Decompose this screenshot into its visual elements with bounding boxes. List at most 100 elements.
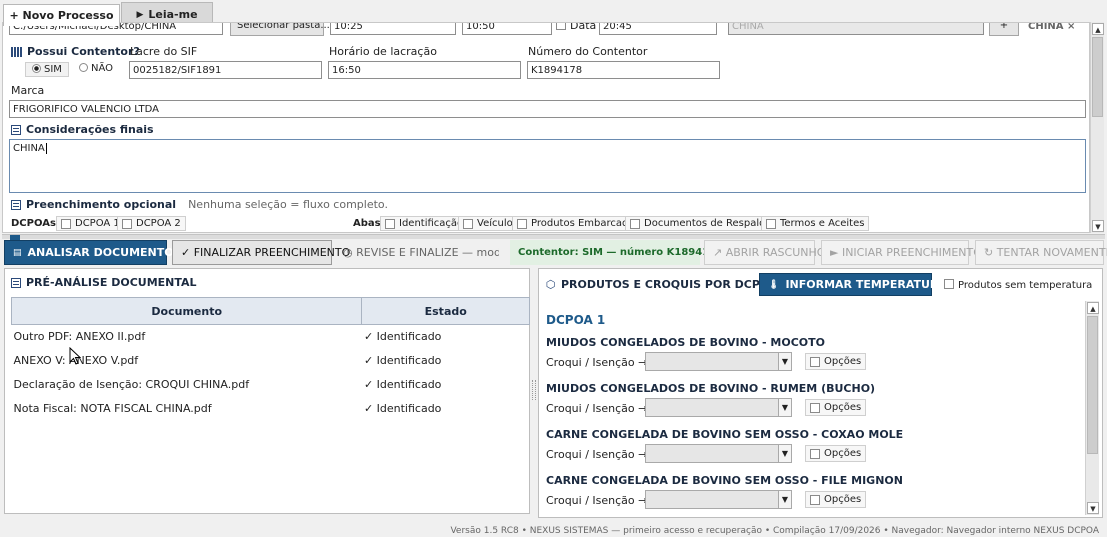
croqui-label: Croqui / Isenção → <box>546 402 648 415</box>
horario-input[interactable]: 16:50 <box>328 61 521 79</box>
data-input[interactable]: 20:45 <box>599 23 717 35</box>
country-select[interactable]: CHINA <box>728 23 984 35</box>
add-country-button[interactable]: + <box>989 23 1019 36</box>
table-row[interactable]: Nota Fiscal: NOTA FISCAL CHINA.pdf ✓ Ide… <box>12 397 530 421</box>
dcpoa-2-checkbox[interactable]: DCPOA 2 <box>117 216 186 231</box>
column-estado[interactable]: Estado <box>361 297 530 325</box>
produtos-sem-temperatura-checkbox[interactable]: Produtos sem temperatura <box>944 279 1092 291</box>
radio-sim[interactable]: SIM <box>25 62 69 77</box>
informar-temperaturas-button[interactable]: 🌡︎ INFORMAR TEMPERATURAS <box>759 273 955 296</box>
produtos-title-label: PRODUTOS E CROQUIS POR DCPOA <box>561 278 778 291</box>
finalizar-preenchimento-button[interactable]: ✓ FINALIZAR PREENCHIMENTO <box>172 240 350 265</box>
croqui-label: Croqui / Isenção → <box>546 494 648 507</box>
time-input-2[interactable]: 10:50 <box>462 23 552 35</box>
chevron-down-icon: ▼ <box>778 491 791 508</box>
documento-cell: ANEXO V: ANEXO V.pdf <box>13 354 139 367</box>
time-input-1[interactable]: 10:25 <box>330 23 456 35</box>
tentar-novamente-button[interactable]: ↻ TENTAR NOVAMENTE <box>975 240 1107 265</box>
data-label: Data <box>570 22 597 32</box>
tab-novo-processo[interactable]: + Novo Processo <box>3 4 120 26</box>
aba-documentos-label: Documentos de Respaldo <box>644 218 772 229</box>
consideracoes-text: CHINA <box>13 143 45 154</box>
opcoes-label: Opções <box>824 448 862 459</box>
text-cursor <box>45 143 47 154</box>
informar-label: INFORMAR TEMPERATURAS <box>785 278 955 291</box>
columns-icon <box>11 46 22 57</box>
opcoes-checkbox[interactable]: Opções <box>805 491 867 508</box>
revise-status: ◷ REVISE E FINALIZE — modo N <box>343 246 499 259</box>
data-checkbox[interactable]: Data <box>556 22 597 32</box>
abrir-rascunho-button[interactable]: ↗ ABRIR RASCUNHO <box>704 240 825 265</box>
produtos-scroll-thumb[interactable] <box>1087 316 1098 454</box>
lacre-input[interactable]: 0025182/SIF1891 <box>129 61 322 79</box>
produtos-scrollbar[interactable]: ▲ ▼ <box>1085 301 1099 515</box>
aba-veiculo-box <box>463 218 473 229</box>
document-icon <box>11 277 21 288</box>
mouse-cursor-icon <box>69 347 81 365</box>
aba-identificacao-box <box>385 218 395 229</box>
analisar-documentos-button[interactable]: ▤ ANALISAR DOCUMENTOS <box>4 240 182 265</box>
opcoes-checkbox[interactable]: Opções <box>805 399 867 416</box>
iniciar-preenchimento-button[interactable]: ► INICIAR PREENCHIMENTO <box>821 240 982 265</box>
marca-input[interactable]: FRIGORIFICO VALENCIO LTDA <box>9 100 1086 118</box>
aba-identificacao-checkbox[interactable]: Identificação <box>380 216 469 231</box>
sem-temperatura-label: Produtos sem temperatura <box>958 280 1093 291</box>
produtos-panel: ⬡ PRODUTOS E CROQUIS POR DCPOA 🌡︎ INFORM… <box>538 268 1103 518</box>
tab-bar: + Novo Processo ▶ Leia-me <box>0 0 1107 26</box>
marca-label: Marca <box>11 84 45 97</box>
dcpoa-1-checkbox[interactable]: DCPOA 1 <box>56 216 125 231</box>
contentor-section-title: Possui Contentor? <box>11 45 140 58</box>
table-row[interactable]: Outro PDF: ANEXO II.pdf ✓ Identificado <box>12 325 530 349</box>
aba-documentos-checkbox[interactable]: Documentos de Respaldo <box>625 216 777 231</box>
panel-splitter-handle[interactable] <box>532 380 536 400</box>
numero-contentor-input[interactable]: K1894178 <box>527 61 720 79</box>
splitter[interactable] <box>2 234 1105 240</box>
opcoes-box <box>810 448 820 459</box>
scroll-up-icon[interactable]: ▲ <box>1087 302 1099 314</box>
croqui-label: Croqui / Isenção → <box>546 448 648 461</box>
radio-sim-label: SIM <box>44 64 62 75</box>
croqui-select[interactable]: ▼ <box>645 444 792 463</box>
country-tag[interactable]: CHINA × <box>1028 23 1075 32</box>
select-folder-button[interactable]: Selecionar pasta... <box>230 23 330 36</box>
opcoes-label: Opções <box>824 356 862 367</box>
croqui-select[interactable]: ▼ <box>645 352 792 371</box>
aba-veiculo-checkbox[interactable]: Veículo <box>458 216 518 231</box>
opcoes-checkbox[interactable]: Opções <box>805 445 867 462</box>
opcoes-box <box>810 356 820 367</box>
column-documento[interactable]: Documento <box>10 297 363 325</box>
produtos-list: DCPOA 1 MIUDOS CONGELADOS DE BOVINO - MO… <box>539 301 1087 517</box>
aba-termos-label: Termos e Aceites <box>780 218 865 229</box>
dcpoa-2-label: DCPOA 2 <box>136 218 181 229</box>
product-name: MIUDOS CONGELADOS DE BOVINO - RUMEM (BUC… <box>546 382 876 395</box>
croqui-select[interactable]: ▼ <box>645 398 792 417</box>
sem-temperatura-box <box>944 279 954 289</box>
scroll-up-icon[interactable]: ▲ <box>1092 23 1104 35</box>
croqui-select[interactable]: ▼ <box>645 490 792 509</box>
documento-cell: Nota Fiscal: NOTA FISCAL CHINA.pdf <box>13 402 212 415</box>
radio-sim-dot <box>32 64 41 73</box>
opcoes-box <box>810 402 820 413</box>
radio-nao[interactable]: NÃO <box>75 62 117 75</box>
opcoes-box <box>810 494 820 505</box>
aba-termos-checkbox[interactable]: Termos e Aceites <box>761 216 870 231</box>
opcional-section-title: Preenchimento opcional Nenhuma seleção =… <box>11 198 388 211</box>
radio-nao-dot <box>79 63 88 72</box>
scroll-down-icon[interactable]: ▼ <box>1087 502 1099 514</box>
tab-novo-processo-label: + Novo Processo <box>9 9 114 22</box>
scroll-down-icon[interactable]: ▼ <box>1092 220 1104 232</box>
consideracoes-textarea[interactable]: CHINA <box>9 139 1086 193</box>
document-icon <box>11 124 21 135</box>
analisar-label: ANALISAR DOCUMENTOS <box>27 246 182 259</box>
form-scrollbar[interactable]: ▲ ▼ <box>1090 22 1104 233</box>
form-scroll-thumb[interactable] <box>1092 37 1103 117</box>
contentor-status-badge: Contentor: SIM — número K1894178 <box>510 240 723 265</box>
product-name: MIUDOS CONGELADOS DE BOVINO - MOCOTO <box>546 336 826 349</box>
aba-documentos-box <box>630 218 640 229</box>
tab-leia-me-label: Leia-me <box>148 8 198 21</box>
table-row[interactable]: ANEXO V: ANEXO V.pdf ✓ Identificado <box>12 349 530 373</box>
opcoes-checkbox[interactable]: Opções <box>805 353 867 370</box>
croqui-label: Croqui / Isenção → <box>546 356 648 369</box>
consideracoes-section-title: Considerações finais <box>11 123 154 136</box>
table-row[interactable]: Declaração de Isenção: CROQUI CHINA.pdf … <box>12 373 530 397</box>
